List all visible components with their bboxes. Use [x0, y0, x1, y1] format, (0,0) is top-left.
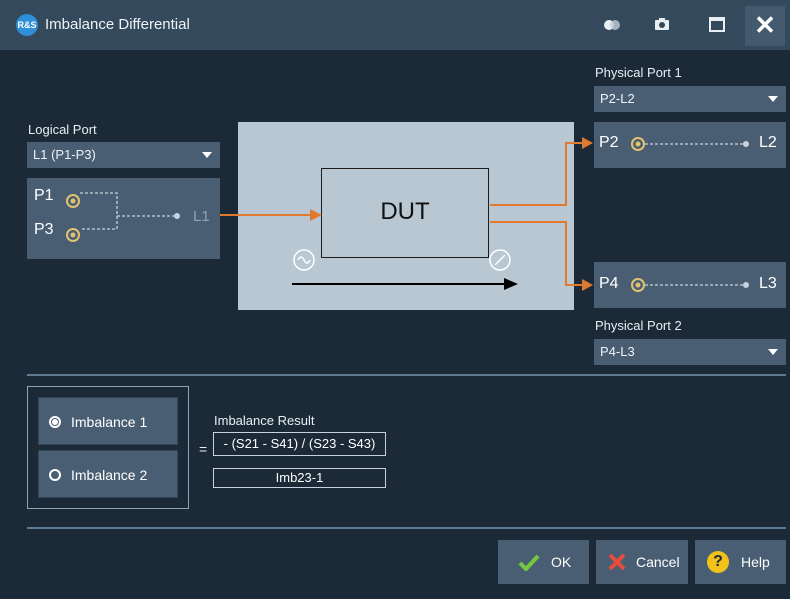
imbalance-name-field: Imb23-1 — [213, 468, 386, 488]
rs-logo-icon: R&S — [16, 14, 38, 36]
cross-icon — [608, 553, 626, 571]
dut-canvas: DUT — [238, 122, 574, 310]
physical-port-1-value: P2-L2 — [600, 91, 635, 106]
logical-name-l2: L2 — [759, 134, 777, 151]
imbalance-result-label: Imbalance Result — [214, 413, 315, 428]
title-bar: R&S Imbalance Differential ✕ — [0, 0, 790, 50]
logical-name-l1: L1 — [193, 208, 210, 225]
camera-icon — [655, 18, 669, 30]
imbalance-formula-field: - (S21 - S41) / (S23 - S43) — [213, 432, 386, 456]
chevron-down-icon — [768, 349, 778, 355]
screenshot-button[interactable] — [642, 12, 682, 38]
transparency-icon — [604, 20, 620, 30]
help-icon: ? — [707, 551, 729, 573]
imbalance-name: Imb23-1 — [275, 470, 324, 485]
logical-name-l3: L3 — [759, 275, 777, 292]
physical-port-1-wiring — [631, 137, 749, 151]
imbalance-formula: - (S21 - S41) / (S23 - S43) — [223, 436, 376, 451]
separator — [27, 527, 786, 529]
ok-label: OK — [551, 554, 572, 570]
physical-port-2-dropdown[interactable]: P4-L3 — [594, 339, 786, 365]
close-icon: ✕ — [754, 10, 776, 40]
radio-selected-icon — [49, 416, 61, 428]
logical-port-label: Logical Port — [28, 122, 97, 137]
help-label: Help — [741, 554, 770, 570]
cancel-label: Cancel — [636, 554, 680, 570]
physical-port-1-diagram: P2 L2 — [594, 122, 786, 168]
equals-sign: = — [199, 441, 208, 457]
logical-port-dropdown[interactable]: L1 (P1-P3) — [27, 142, 220, 168]
physical-port-1-label: Physical Port 1 — [595, 65, 682, 80]
dut-signal-indicators — [292, 249, 518, 290]
cancel-button[interactable]: Cancel — [596, 540, 688, 584]
logical-port-diagram: P1 P3 L1 — [27, 178, 220, 259]
logical-port-value: L1 (P1-P3) — [33, 147, 96, 162]
checkmark-icon — [518, 554, 540, 571]
separator — [27, 374, 786, 376]
imbalance-1-radio[interactable]: Imbalance 1 — [38, 397, 178, 445]
window-title: Imbalance Differential — [45, 16, 190, 33]
physical-port-2-value: P4-L3 — [600, 344, 635, 359]
radio-unselected-icon — [49, 469, 61, 481]
physical-port-2-diagram: P4 L3 — [594, 262, 786, 308]
physical-port-2-label: Physical Port 2 — [595, 318, 682, 333]
physical-port-1-dropdown[interactable]: P2-L2 — [594, 86, 786, 112]
chevron-down-icon — [768, 96, 778, 102]
chevron-down-icon — [202, 152, 212, 158]
imbalance-2-radio[interactable]: Imbalance 2 — [38, 450, 178, 498]
help-button[interactable]: ? Help — [695, 540, 786, 584]
maximize-icon — [709, 17, 725, 32]
maximize-button[interactable] — [697, 12, 737, 38]
imbalance-1-label: Imbalance 1 — [71, 414, 148, 430]
imbalance-2-label: Imbalance 2 — [71, 467, 148, 483]
ok-button[interactable]: OK — [498, 540, 589, 584]
close-button[interactable]: ✕ — [745, 6, 785, 46]
physical-port-2-wiring — [631, 278, 749, 292]
transparency-toggle-button[interactable] — [592, 12, 632, 38]
logical-port-wiring — [66, 192, 180, 242]
